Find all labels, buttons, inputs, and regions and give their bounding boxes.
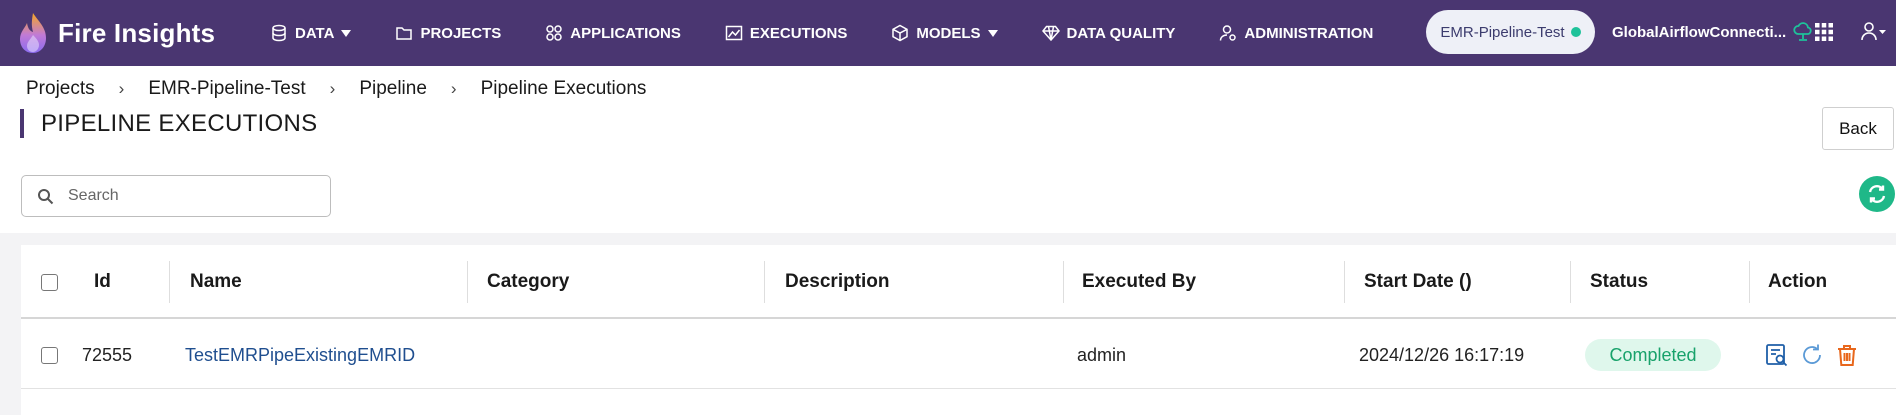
environment-name: EMR-Pipeline-Test bbox=[1440, 23, 1565, 41]
app-launcher-icon[interactable] bbox=[1814, 22, 1834, 42]
top-navbar: Fire Insights DATA PROJECTS APPLICATIONS… bbox=[0, 0, 1896, 66]
nav-item-models[interactable]: MODELS bbox=[869, 0, 1019, 66]
brand[interactable]: Fire Insights bbox=[16, 11, 248, 55]
user-menu-icon[interactable] bbox=[1860, 19, 1886, 45]
cell-status: Completed bbox=[1585, 321, 1721, 389]
back-button[interactable]: Back bbox=[1822, 107, 1894, 150]
chevron-right-icon: › bbox=[118, 79, 125, 98]
page-title: PIPELINE EXECUTIONS bbox=[41, 110, 318, 137]
search-box bbox=[21, 175, 331, 217]
breadcrumb-current: Pipeline Executions bbox=[480, 78, 647, 99]
rerun-icon[interactable] bbox=[1799, 342, 1825, 368]
nav-item-data-quality[interactable]: DATA QUALITY bbox=[1020, 0, 1198, 66]
environment-selector[interactable]: EMR-Pipeline-Test bbox=[1426, 10, 1595, 54]
cell-id: 72555 bbox=[82, 344, 133, 365]
nav-item-data[interactable]: DATA bbox=[248, 0, 373, 66]
refresh-icon bbox=[1868, 185, 1886, 203]
column-header-action: Action bbox=[1768, 271, 1828, 292]
table-row[interactable]: 72555 TestEMRPipeExistingEMRID admin 202… bbox=[21, 321, 1896, 389]
column-divider bbox=[764, 261, 765, 303]
flame-logo-icon bbox=[20, 13, 46, 53]
column-divider bbox=[467, 261, 468, 303]
row-select-cell bbox=[41, 321, 58, 389]
nav-item-label: MODELS bbox=[916, 24, 981, 42]
column-header-id[interactable]: Id bbox=[94, 245, 111, 319]
breadcrumb-pipeline[interactable]: Pipeline bbox=[359, 78, 427, 100]
column-header-status[interactable]: Status bbox=[1590, 245, 1648, 319]
breadcrumb-project[interactable]: EMR-Pipeline-Test bbox=[148, 78, 305, 100]
connection-name: GlobalAirflowConnecti... bbox=[1612, 23, 1787, 41]
cell-executed-by: admin bbox=[1077, 344, 1127, 365]
nav-item-administration[interactable]: ADMINISTRATION bbox=[1197, 0, 1395, 66]
main-nav: DATA PROJECTS APPLICATIONS EXECUTIONS MO… bbox=[248, 0, 1395, 66]
column-divider bbox=[1749, 261, 1750, 303]
folder-icon bbox=[396, 27, 413, 40]
select-all-cell bbox=[41, 245, 58, 319]
breadcrumb: Projects › EMR-Pipeline-Test › Pipeline … bbox=[26, 78, 646, 100]
chevron-down-icon bbox=[987, 29, 998, 37]
diamond-icon bbox=[1041, 25, 1060, 42]
cell-start-date: 2024/12/26 16:17:19 bbox=[1359, 344, 1525, 365]
column-divider bbox=[169, 261, 170, 303]
nav-item-applications[interactable]: APPLICATIONS bbox=[523, 0, 703, 66]
cell-actions bbox=[1764, 321, 1869, 389]
cell-name-link[interactable]: TestEMRPipeExistingEMRID bbox=[185, 321, 415, 389]
nav-item-label: PROJECTS bbox=[420, 24, 502, 42]
column-header-category[interactable]: Category bbox=[487, 245, 569, 319]
chevron-right-icon: › bbox=[329, 79, 336, 98]
database-icon bbox=[272, 24, 286, 42]
executions-table: Id Name Category Description Executed By… bbox=[21, 245, 1896, 415]
view-details-icon[interactable] bbox=[1764, 342, 1790, 368]
column-header-description[interactable]: Description bbox=[785, 245, 890, 319]
chart-window-icon bbox=[725, 25, 743, 41]
connection-selector[interactable]: GlobalAirflowConnecti... bbox=[1612, 21, 1814, 43]
brand-name: Fire Insights bbox=[58, 17, 216, 48]
column-header-start-date[interactable]: Start Date () bbox=[1364, 245, 1472, 319]
delete-icon[interactable] bbox=[1834, 342, 1860, 368]
nav-item-label: ADMINISTRATION bbox=[1244, 24, 1374, 42]
nav-item-label: DATA bbox=[295, 24, 335, 42]
connection-status-dot bbox=[1570, 27, 1581, 37]
select-all-checkbox[interactable] bbox=[41, 273, 58, 291]
chevron-right-icon: › bbox=[450, 79, 457, 98]
refresh-button[interactable] bbox=[1859, 176, 1895, 212]
table-header: Id Name Category Description Executed By… bbox=[21, 245, 1896, 319]
cube-icon bbox=[892, 24, 909, 42]
status-badge: Completed bbox=[1585, 339, 1721, 371]
nav-item-label: DATA QUALITY bbox=[1066, 24, 1176, 42]
cloud-connect-icon bbox=[1793, 22, 1812, 41]
column-header-name[interactable]: Name bbox=[190, 245, 242, 319]
row-checkbox[interactable] bbox=[41, 346, 58, 364]
search-icon bbox=[38, 188, 54, 204]
user-gear-icon bbox=[1220, 25, 1237, 41]
column-divider bbox=[1344, 261, 1345, 303]
chevron-down-icon bbox=[341, 29, 352, 37]
column-divider bbox=[1570, 261, 1571, 303]
nav-item-executions[interactable]: EXECUTIONS bbox=[703, 0, 870, 66]
column-header-executed-by[interactable]: Executed By bbox=[1082, 245, 1196, 319]
nav-item-label: APPLICATIONS bbox=[570, 24, 681, 42]
column-divider bbox=[1063, 261, 1064, 303]
nav-item-label: EXECUTIONS bbox=[749, 24, 848, 42]
breadcrumb-projects[interactable]: Projects bbox=[26, 78, 95, 100]
title-accent-bar bbox=[20, 109, 24, 138]
apps-grid-icon bbox=[546, 25, 563, 41]
nav-item-projects[interactable]: PROJECTS bbox=[373, 0, 523, 66]
search-input[interactable] bbox=[68, 187, 308, 205]
